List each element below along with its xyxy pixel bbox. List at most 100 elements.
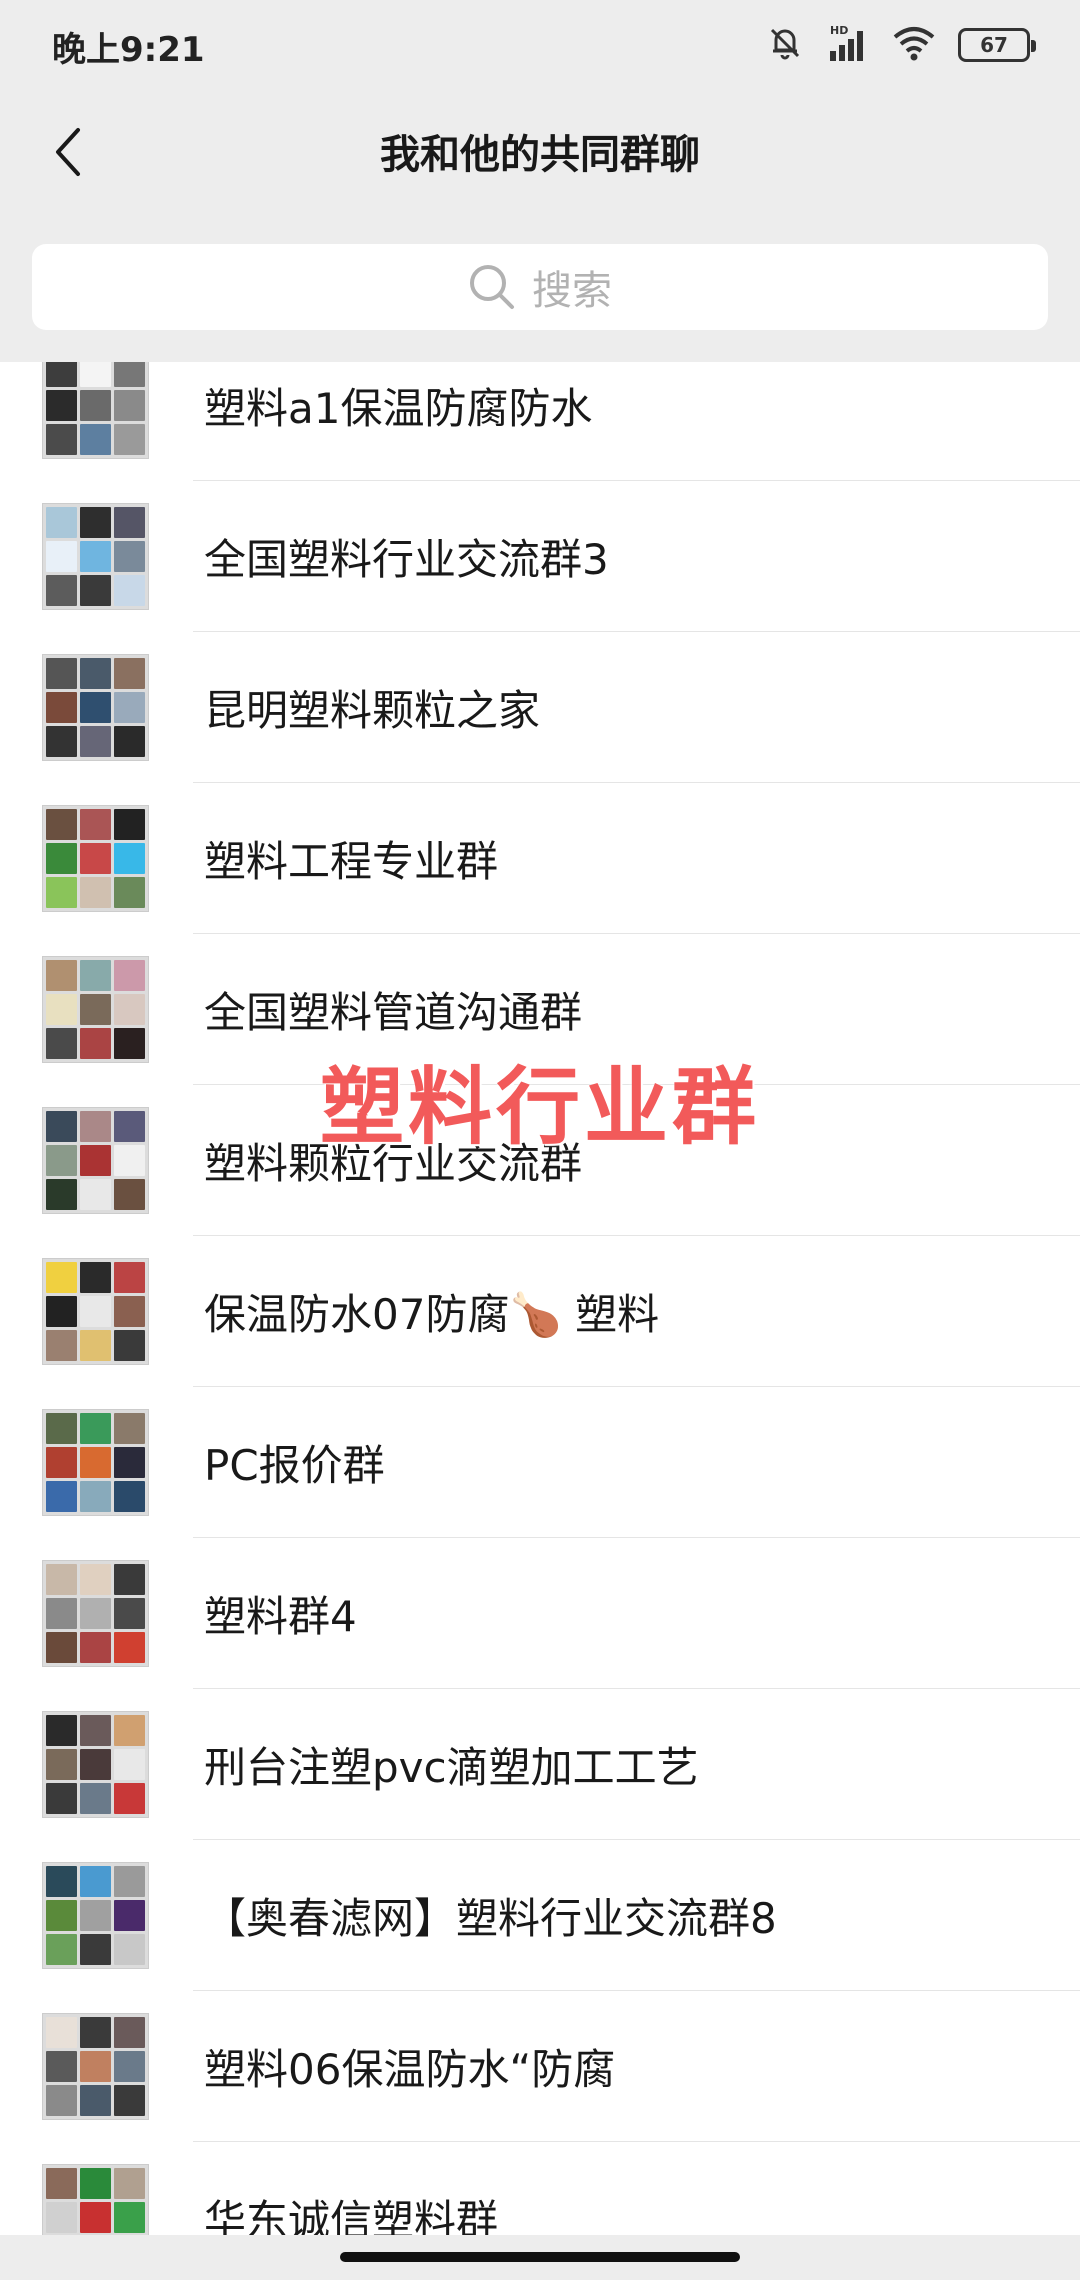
avatar-tile — [80, 1934, 111, 1965]
avatar-tile — [80, 1564, 111, 1595]
group-list-item[interactable]: 全国塑料行业交流群3 — [0, 481, 1080, 632]
group-list-item[interactable]: 昆明塑料颗粒之家 — [0, 632, 1080, 783]
avatar-tile — [80, 1413, 111, 1444]
avatar-tile — [80, 1598, 111, 1629]
avatar-tile — [46, 2051, 77, 2082]
group-list-item[interactable]: 刑台注塑pvc滴塑加工工艺 — [0, 1689, 1080, 1840]
group-avatar — [42, 2164, 149, 2235]
avatar-tile — [46, 1330, 77, 1361]
avatar-tile — [80, 575, 111, 606]
group-name: 华东诚信塑料群 — [204, 2196, 499, 2235]
avatar-tile — [114, 1330, 145, 1361]
group-avatar — [42, 362, 149, 459]
search-input[interactable]: 搜索 — [32, 244, 1048, 330]
wifi-icon — [892, 25, 936, 65]
avatar-tile — [46, 1632, 77, 1663]
avatar-tile — [46, 424, 77, 455]
group-list[interactable]: 塑料a1保温防腐防水 全国塑料行业交流群3 昆明塑料颗粒之家 塑料工程专业群 全国塑料管… — [0, 362, 1080, 2235]
avatar-tile — [80, 2017, 111, 2048]
avatar-tile — [46, 1481, 77, 1512]
avatar-tile — [46, 2085, 77, 2116]
avatar-tile — [46, 1296, 77, 1327]
avatar-tile — [114, 2017, 145, 2048]
avatar-tile — [46, 877, 77, 908]
avatar-tile — [80, 1262, 111, 1293]
avatar-tile — [46, 960, 77, 991]
avatar-tile — [80, 2168, 111, 2199]
signal-icon: HD — [826, 23, 870, 67]
avatar-tile — [114, 1262, 145, 1293]
avatar-tile — [80, 1481, 111, 1512]
avatar-tile — [46, 1934, 77, 1965]
status-bar: 晚上9:21 HD 67 — [0, 0, 1080, 88]
nav-bar: 我和他的共同群聊 — [0, 88, 1080, 216]
avatar-tile — [114, 692, 145, 723]
avatar-tile — [80, 1900, 111, 1931]
avatar-tile — [114, 541, 145, 572]
avatar-tile — [80, 1866, 111, 1897]
avatar-tile — [114, 1783, 145, 1814]
avatar-tile — [114, 843, 145, 874]
group-list-item[interactable]: 塑料a1保温防腐防水 — [0, 362, 1080, 481]
watermark-text: 塑料行业群 — [319, 1058, 760, 1156]
group-name: 保温防水07防腐🍗 塑料 — [204, 1290, 660, 1339]
avatar-tile — [114, 575, 145, 606]
avatar-tile — [46, 1598, 77, 1629]
avatar-tile — [46, 1749, 77, 1780]
avatar-tile — [114, 1632, 145, 1663]
avatar-tile — [46, 726, 77, 757]
avatar-tile — [46, 1564, 77, 1595]
avatar-tile — [46, 1715, 77, 1746]
avatar-tile — [46, 575, 77, 606]
group-name: 塑料工程专业群 — [204, 837, 499, 886]
group-list-item[interactable]: 保温防水07防腐🍗 塑料 — [0, 1236, 1080, 1387]
avatar-tile — [114, 877, 145, 908]
group-avatar — [42, 654, 149, 761]
avatar-tile — [114, 1900, 145, 1931]
avatar-tile — [80, 2051, 111, 2082]
group-list-item[interactable]: 【奥春滤网】塑料行业交流群8 — [0, 1840, 1080, 1991]
avatar-tile — [46, 390, 77, 421]
avatar-tile — [80, 390, 111, 421]
group-name: 塑料a1保温防腐防水 — [204, 384, 593, 433]
avatar-tile — [114, 658, 145, 689]
avatar-tile — [46, 2168, 77, 2199]
avatar-tile — [114, 1413, 145, 1444]
avatar-tile — [46, 1413, 77, 1444]
avatar-tile — [80, 1447, 111, 1478]
avatar-tile — [46, 362, 77, 387]
avatar-tile — [80, 1330, 111, 1361]
status-icons: HD 67 — [766, 22, 1036, 68]
avatar-tile — [114, 1447, 145, 1478]
search-area: 搜索 — [0, 216, 1080, 362]
avatar-tile — [46, 809, 77, 840]
avatar-tile — [114, 1481, 145, 1512]
group-list-item[interactable]: 华东诚信塑料群 — [0, 2142, 1080, 2235]
avatar-tile — [80, 424, 111, 455]
avatar-tile — [114, 1866, 145, 1897]
avatar-tile — [114, 726, 145, 757]
group-avatar — [42, 1862, 149, 1969]
search-icon — [470, 265, 514, 309]
group-avatar — [42, 1711, 149, 1818]
group-avatar — [42, 2013, 149, 2120]
avatar-tile — [80, 692, 111, 723]
avatar-tile — [114, 994, 145, 1025]
group-avatar — [42, 1409, 149, 1516]
group-list-item[interactable]: 塑料群4 — [0, 1538, 1080, 1689]
home-gesture-bar[interactable] — [340, 2252, 740, 2262]
avatar-tile — [46, 658, 77, 689]
avatar-tile — [80, 362, 111, 387]
avatar-tile — [114, 1598, 145, 1629]
group-list-item[interactable]: 塑料06保温防水“防腐 — [0, 1991, 1080, 2142]
avatar-tile — [114, 2202, 145, 2233]
avatar-tile — [114, 2168, 145, 2199]
avatar-tile — [80, 507, 111, 538]
group-list-item[interactable]: PC报价群 — [0, 1387, 1080, 1538]
group-avatar — [42, 1560, 149, 1667]
avatar-tile — [114, 2085, 145, 2116]
avatar-tile — [46, 1447, 77, 1478]
avatar-tile — [114, 1296, 145, 1327]
avatar-tile — [46, 2202, 77, 2233]
group-list-item[interactable]: 塑料工程专业群 — [0, 783, 1080, 934]
